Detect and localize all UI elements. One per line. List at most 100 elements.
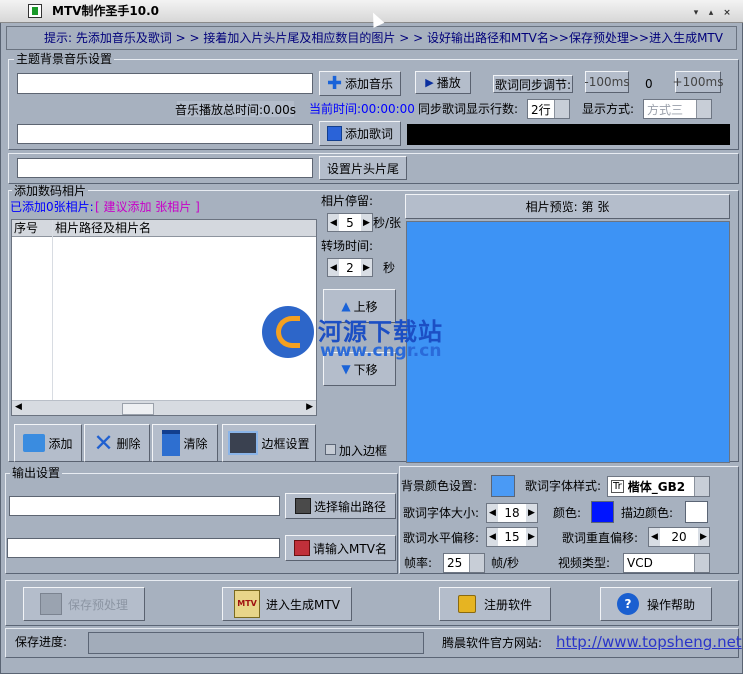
bg-color-swatch[interactable] bbox=[491, 475, 515, 497]
register-button[interactable]: 注册软件 bbox=[439, 587, 551, 621]
chevron-down-icon bbox=[696, 100, 711, 118]
display-mode-select[interactable]: 方式三 bbox=[643, 99, 712, 119]
site-link[interactable]: http://www.topsheng.net bbox=[556, 633, 742, 651]
stay-spinner[interactable]: ◀ 5 ▶ bbox=[327, 213, 373, 232]
folder-icon bbox=[23, 434, 46, 452]
movie-icon bbox=[294, 540, 311, 556]
camera-icon bbox=[228, 431, 259, 455]
add-music-button[interactable]: ✚ 添加音乐 bbox=[319, 71, 401, 96]
font-size-label: 歌词字体大小: bbox=[403, 506, 480, 520]
save-preprocess-button[interactable]: 保存预处理 bbox=[23, 587, 145, 621]
font-size-spinner[interactable]: ◀ 18 ▶ bbox=[486, 503, 538, 523]
photo-preview bbox=[406, 221, 730, 463]
border-settings-button[interactable]: 边框设置 bbox=[222, 424, 316, 462]
color-label: 颜色: bbox=[553, 506, 582, 520]
spin-left-icon[interactable]: ◀ bbox=[487, 528, 498, 546]
arrow-right-icon[interactable]: ▶ bbox=[306, 402, 313, 412]
spin-left-icon[interactable]: ◀ bbox=[649, 528, 660, 546]
video-type-select[interactable]: VCD bbox=[623, 553, 710, 573]
film-icon bbox=[294, 498, 311, 514]
sync-value: 0 bbox=[645, 77, 653, 91]
fps-unit: 帧/秒 bbox=[491, 556, 520, 570]
add-lyrics-button[interactable]: 添加歌词 bbox=[319, 121, 401, 146]
mtv-name-input[interactable] bbox=[7, 538, 280, 558]
chevron-down-icon bbox=[469, 554, 484, 572]
spin-right-icon[interactable]: ▶ bbox=[526, 504, 537, 522]
list-scrollbar[interactable]: ◀ ▶ bbox=[12, 400, 316, 415]
stay-label: 相片停留: bbox=[321, 194, 374, 208]
sync-lines-select[interactable]: 2行 bbox=[527, 99, 570, 119]
transition-label: 转场时间: bbox=[321, 239, 374, 253]
transition-unit: 秒 bbox=[383, 261, 396, 275]
watermark-logo bbox=[262, 306, 314, 358]
pin-icon[interactable]: ▾ bbox=[689, 6, 703, 20]
minus-100ms-button[interactable]: -100ms bbox=[584, 71, 630, 93]
chevron-down-icon bbox=[694, 477, 709, 496]
stay-unit: 秒/张 bbox=[373, 216, 402, 230]
output-path-input[interactable] bbox=[9, 496, 280, 516]
mtv-name-button[interactable]: 请输入MTV名 bbox=[285, 535, 396, 561]
arrow-left-icon[interactable]: ◀ bbox=[15, 402, 22, 412]
mtv-icon: MTV bbox=[234, 590, 261, 618]
col-path: 相片路径及相片名 bbox=[55, 221, 152, 235]
lyric-color-swatch[interactable] bbox=[591, 501, 614, 523]
delete-photo-button[interactable]: ✕ 删除 bbox=[84, 424, 150, 462]
window-title: MTV制作圣手10.0 bbox=[52, 4, 160, 18]
scroll-thumb[interactable] bbox=[122, 403, 154, 415]
overlap-offset-spinner[interactable]: ◀ 20 ▶ bbox=[648, 527, 710, 547]
progress-bar bbox=[88, 632, 424, 654]
spin-right-icon[interactable]: ▶ bbox=[526, 528, 537, 546]
chevron-down-icon bbox=[554, 100, 569, 118]
spin-right-icon[interactable]: ▶ bbox=[698, 528, 709, 546]
progress-label: 保存进度: bbox=[15, 635, 68, 649]
floppy-icon bbox=[39, 593, 62, 615]
lock-icon bbox=[457, 595, 476, 613]
watermark-url: www.cngr.cn bbox=[320, 341, 442, 361]
total-time-label: 音乐播放总时间:0.00s bbox=[175, 101, 297, 117]
add-photo-button[interactable]: 添加 bbox=[14, 424, 82, 462]
site-label: 腾晨软件官方网站: bbox=[442, 636, 543, 650]
choose-output-path-button[interactable]: 选择输出路径 bbox=[285, 493, 396, 519]
add-border-label: 加入边框 bbox=[339, 444, 388, 458]
h-offset-spinner[interactable]: ◀ 15 ▶ bbox=[486, 527, 538, 547]
set-header-button[interactable]: 设置片头片尾 bbox=[319, 156, 407, 180]
generate-mtv-button[interactable]: MTV 进入生成MTV bbox=[222, 587, 352, 621]
header-path-input[interactable] bbox=[17, 158, 313, 178]
bg-color-label: 背景颜色设置: bbox=[401, 479, 478, 493]
help-icon: ? bbox=[616, 593, 639, 615]
spin-left-icon[interactable]: ◀ bbox=[328, 259, 339, 276]
help-button[interactable]: ? 操作帮助 bbox=[600, 587, 712, 621]
font-icon: Tr bbox=[611, 480, 624, 493]
clear-photo-button[interactable]: 清除 bbox=[152, 424, 218, 462]
col-index: 序号 bbox=[14, 221, 39, 235]
sync-adjust-label: 歌词同步调节: bbox=[493, 75, 573, 93]
music-path-input[interactable] bbox=[17, 73, 313, 94]
play-button[interactable]: ▶ 播放 bbox=[415, 71, 471, 94]
chevron-down-icon bbox=[694, 554, 709, 572]
video-type-label: 视频类型: bbox=[558, 556, 611, 570]
hint-text: 提示: 先添加音乐及歌词 > > 接着加入片头片尾及相应数目的图片 > > 设好… bbox=[44, 31, 723, 45]
spin-right-icon[interactable]: ▶ bbox=[361, 214, 372, 231]
photo-legend: 添加数码相片 bbox=[12, 184, 89, 198]
spin-left-icon[interactable]: ◀ bbox=[487, 504, 498, 522]
overlap-offset-label: 歌词重直偏移: bbox=[562, 531, 639, 545]
spin-left-icon[interactable]: ◀ bbox=[328, 214, 339, 231]
maximize-icon[interactable]: ▴ bbox=[704, 6, 718, 20]
fps-select[interactable]: 25 bbox=[443, 553, 485, 573]
plus-100ms-button[interactable]: +100ms bbox=[673, 71, 723, 93]
font-style-select[interactable]: Tr 楷体_GB2 bbox=[607, 476, 710, 497]
add-border-checkbox[interactable] bbox=[325, 444, 336, 455]
h-offset-label: 歌词水平偏移: bbox=[403, 531, 480, 545]
fps-label: 帧率: bbox=[404, 556, 433, 570]
lyrics-path-input[interactable] bbox=[17, 124, 313, 144]
arrow-down-icon: ▼ bbox=[341, 362, 351, 376]
stroke-color-label: 描边颜色: bbox=[621, 506, 674, 520]
stroke-color-swatch[interactable] bbox=[685, 501, 708, 523]
col-divider bbox=[52, 220, 53, 400]
close-icon[interactable]: × bbox=[720, 6, 734, 20]
play-icon: ▶ bbox=[425, 76, 434, 89]
lyrics-icon bbox=[326, 126, 342, 141]
spin-right-icon[interactable]: ▶ bbox=[361, 259, 372, 276]
transition-spinner[interactable]: ◀ 2 ▶ bbox=[327, 258, 373, 277]
display-mode-label: 显示方式: bbox=[582, 102, 635, 116]
